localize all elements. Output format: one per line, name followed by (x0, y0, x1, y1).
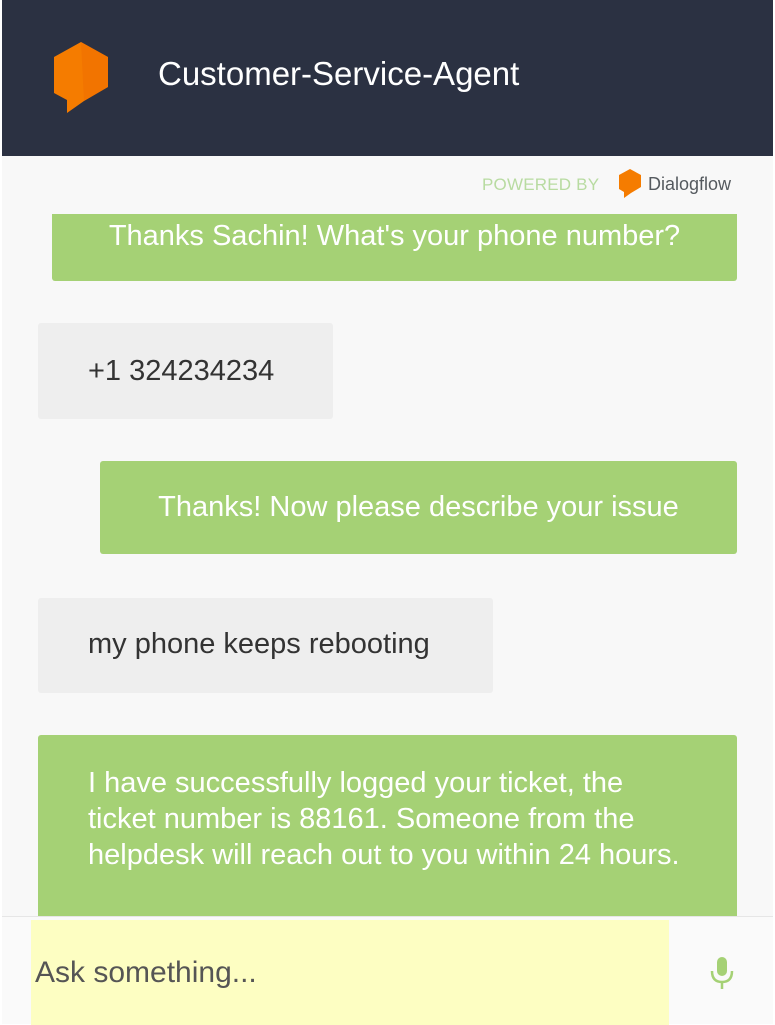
bot-message: I have successfully logged your ticket, … (38, 735, 737, 916)
powered-by-label: POWERED BY (482, 175, 600, 194)
message-input-bar (2, 916, 773, 1025)
bot-message: Thanks Sachin! What's your phone number? (52, 214, 737, 281)
dialogflow-logo-icon (619, 169, 641, 198)
agent-title: Customer-Service-Agent (158, 55, 520, 92)
chat-header: Customer-Service-Agent (2, 0, 773, 156)
speech-bubble-logo-icon (54, 42, 108, 113)
powered-by-bar: POWERED BY Dialogflow (2, 156, 773, 214)
query-input[interactable] (31, 920, 669, 1025)
chat-message-list[interactable]: Thanks Sachin! What's your phone number?… (2, 214, 773, 916)
user-message: +1 324234234 (38, 323, 333, 419)
user-message: my phone keeps rebooting (38, 598, 493, 693)
bot-message: Thanks! Now please describe your issue (100, 461, 737, 554)
microphone-icon[interactable] (708, 955, 736, 991)
dialogflow-brand: Dialogflow (648, 174, 732, 194)
